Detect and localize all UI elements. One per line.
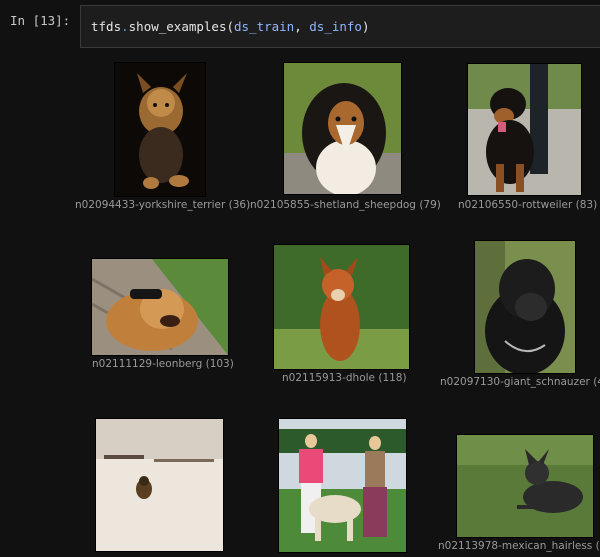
example-image-rottweiler	[467, 63, 582, 196]
example-image-leonberg	[91, 258, 229, 356]
cell-output: n02094433-yorkshire_terrier (36) n021058…	[0, 52, 600, 557]
code-cell-input[interactable]: tfds.show_examples(ds_train, ds_info)	[80, 5, 600, 48]
code-module: tfds	[91, 19, 122, 34]
example-caption: n02115913-dhole (118)	[282, 372, 407, 384]
code-close-paren: )	[361, 19, 370, 34]
example-image-yorkshire-terrier	[114, 62, 206, 197]
code-dot: .	[121, 19, 129, 34]
code-arg-ds-train: ds_train	[234, 19, 295, 34]
example-caption: n02106550-rottweiler (83)	[458, 199, 598, 211]
example-image-giant-schnauzer	[474, 240, 576, 374]
code-arg-ds-info: ds_info	[309, 19, 362, 34]
example-caption: n02105855-shetland_sheepdog (79)	[250, 199, 441, 211]
example-image-shetland-sheepdog	[283, 62, 402, 195]
example-image-dhole	[273, 244, 410, 370]
example-image-mexican-hairless	[456, 434, 594, 538]
example-caption: n02111129-leonberg (103)	[92, 358, 234, 370]
example-caption: n02097130-giant_schnauzer (40)	[440, 376, 600, 388]
code-function: show_examples(	[128, 19, 234, 34]
code-line: tfds.show_examples(ds_train, ds_info)	[91, 19, 370, 34]
example-caption: n02113978-mexican_hairless (117)	[438, 540, 600, 552]
code-separator: ,	[294, 19, 310, 34]
example-image-dog-in-snow	[95, 418, 224, 552]
input-prompt: In [13]:	[10, 13, 71, 28]
example-image-afghan-show	[278, 418, 407, 553]
example-caption: n02094433-yorkshire_terrier (36)	[75, 199, 251, 211]
